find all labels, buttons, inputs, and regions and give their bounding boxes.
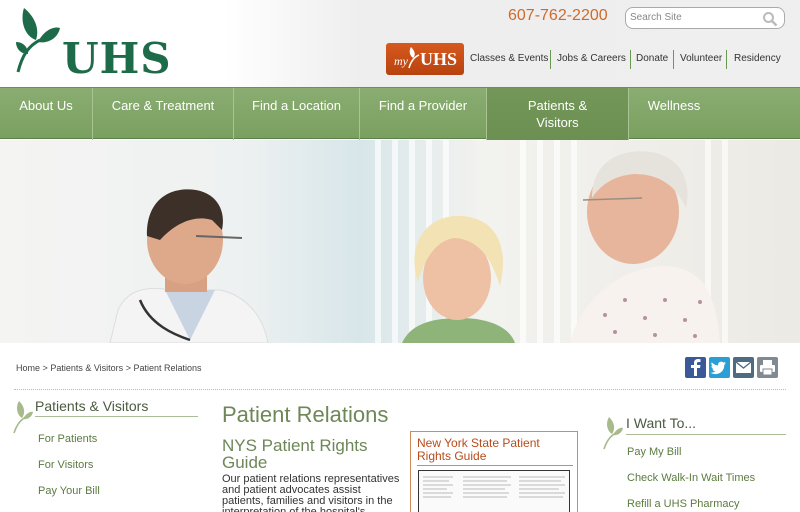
sidebar-item-for-patients[interactable]: For Patients <box>38 433 97 445</box>
jobs-careers-link[interactable]: Jobs & Careers <box>557 53 626 64</box>
document-preview <box>423 476 565 498</box>
rights-guide-card[interactable]: New York State Patient Rights Guide <box>410 431 578 512</box>
sidebar-item-for-visitors[interactable]: For Visitors <box>38 459 93 471</box>
nav-wellness[interactable]: Wellness <box>629 88 719 140</box>
search-icon[interactable] <box>762 11 778 27</box>
nav-find-provider[interactable]: Find a Provider <box>360 88 486 140</box>
myuhs-my: my <box>394 54 408 68</box>
leaf-logo-icon <box>16 8 60 73</box>
document-thumbnail[interactable] <box>418 470 570 512</box>
leaf-icon <box>603 417 623 450</box>
volunteer-link[interactable]: Volunteer <box>680 53 722 64</box>
card-title[interactable]: New York State Patient Rights Guide <box>417 437 572 463</box>
nav-about-us[interactable]: About Us <box>0 88 92 140</box>
divider <box>673 50 674 69</box>
myuhs-uhs: UHS <box>420 49 458 69</box>
link-refill-pharmacy[interactable]: Refill a UHS Pharmacy <box>627 498 739 510</box>
logo-text: UHS <box>62 34 172 83</box>
main-nav: About Us Care & Treatment Find a Locatio… <box>0 87 800 140</box>
sidebar-title: Patients & Visitors <box>35 398 149 414</box>
sidebar-item-pay-your-bill[interactable]: Pay Your Bill <box>38 485 100 497</box>
facebook-icon[interactable] <box>685 357 706 378</box>
residency-link[interactable]: Residency <box>734 53 781 64</box>
body-text: Our patient relations representatives an… <box>222 473 400 512</box>
search-box <box>625 7 785 29</box>
divider <box>14 389 786 390</box>
divider <box>550 50 551 69</box>
divider <box>726 50 727 69</box>
search-input[interactable] <box>630 12 760 23</box>
donate-link[interactable]: Donate <box>636 53 668 64</box>
leaf-icon <box>13 401 33 434</box>
link-walk-in-wait-times[interactable]: Check Walk-In Wait Times <box>627 472 755 484</box>
classes-events-link[interactable]: Classes & Events <box>470 53 548 64</box>
i-want-to-title: I Want To... <box>626 415 697 431</box>
twitter-icon[interactable] <box>709 357 730 378</box>
breadcrumb: Home > Patients & Visitors > Patient Rel… <box>16 363 202 373</box>
breadcrumb-current: Patient Relations <box>133 363 202 373</box>
divider <box>630 50 631 69</box>
nav-find-location[interactable]: Find a Location <box>234 88 359 140</box>
divider <box>626 434 786 435</box>
page-title: Patient Relations <box>222 402 389 427</box>
uhs-logo[interactable]: UHS <box>14 6 174 82</box>
breadcrumb-home[interactable]: Home <box>16 363 40 373</box>
nav-care-treatment[interactable]: Care & Treatment <box>93 88 233 140</box>
print-icon[interactable] <box>757 357 778 378</box>
divider <box>417 465 573 466</box>
hero-photo <box>109 151 720 343</box>
breadcrumb-separator: > <box>42 363 48 373</box>
leaf-icon <box>408 47 420 69</box>
link-pay-my-bill[interactable]: Pay My Bill <box>627 446 681 458</box>
divider <box>35 416 198 417</box>
phone-number[interactable]: 607-762-2200 <box>508 7 608 25</box>
email-icon[interactable] <box>733 357 754 378</box>
site-header: UHS 607-762-2200 my UHS Classes & Events… <box>0 0 800 87</box>
hero-banner <box>0 140 800 343</box>
nav-patients-visitors[interactable]: Patients & Visitors <box>487 88 628 140</box>
myuhs-button[interactable]: my UHS <box>386 43 464 75</box>
breadcrumb-separator: > <box>125 363 131 373</box>
section-heading: NYS Patient Rights Guide <box>222 436 368 472</box>
breadcrumb-patients-visitors[interactable]: Patients & Visitors <box>50 363 123 373</box>
